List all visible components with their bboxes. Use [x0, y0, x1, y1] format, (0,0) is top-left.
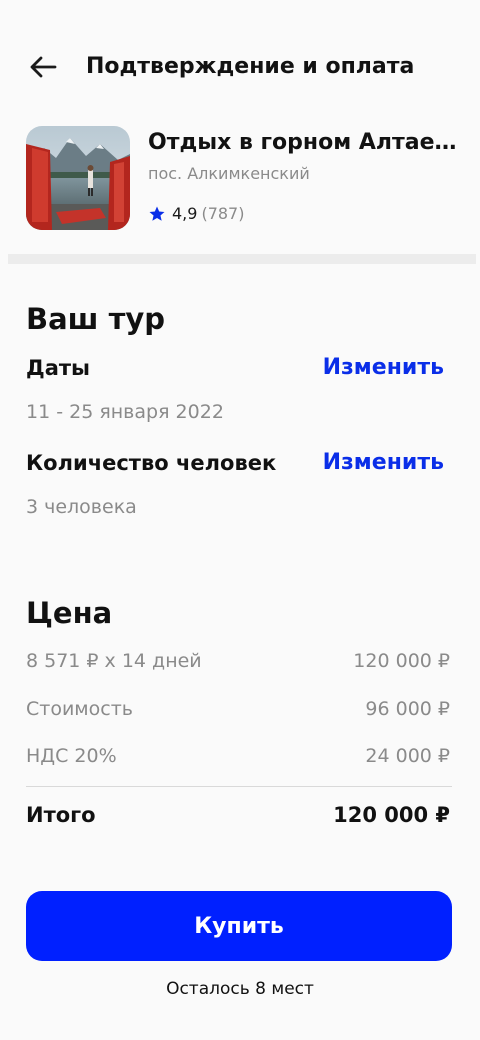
- price-row-value: 120 000 ₽: [353, 650, 450, 672]
- review-count: (787): [201, 204, 245, 223]
- change-people-button[interactable]: Изменить: [323, 450, 444, 475]
- price-divider: [26, 786, 452, 787]
- dates-label: Даты: [26, 356, 91, 380]
- tour-summary-card[interactable]: Отдых в горном Алтае… пос. Алкимкенский …: [0, 120, 480, 252]
- tour-title: Отдых в горном Алтае…: [148, 130, 457, 155]
- price-heading: Цена: [26, 596, 113, 630]
- total-label: Итого: [26, 803, 96, 827]
- page-title: Подтверждение и оплата: [86, 54, 415, 79]
- total-value: 120 000 ₽: [333, 803, 450, 827]
- buy-button[interactable]: Купить: [26, 891, 452, 961]
- seats-left-note: Осталось 8 мест: [166, 979, 314, 999]
- arrow-left-icon: [30, 56, 57, 78]
- rating: 4,9 (787): [148, 204, 244, 223]
- price-row-label: НДС 20%: [26, 745, 117, 767]
- rating-value: 4,9: [172, 204, 198, 223]
- price-row-label: Стоимость: [26, 698, 133, 720]
- your-tour-heading: Ваш тур: [26, 302, 166, 336]
- people-count-value: 3 человека: [26, 496, 137, 518]
- star-icon: [149, 206, 165, 221]
- back-button[interactable]: [26, 50, 60, 84]
- price-row-value: 24 000 ₽: [365, 745, 450, 767]
- people-count-label: Количество человек: [26, 451, 277, 475]
- top-bar: Подтверждение и оплата: [0, 0, 480, 120]
- tour-location: пос. Алкимкенский: [148, 164, 310, 183]
- price-row-label: 8 571 ₽ x 14 дней: [26, 650, 202, 672]
- section-divider: [8, 254, 476, 264]
- change-dates-button[interactable]: Изменить: [323, 355, 444, 380]
- price-row-value: 96 000 ₽: [365, 698, 450, 720]
- dates-value: 11 - 25 января 2022: [26, 401, 224, 423]
- tour-thumbnail: [26, 126, 130, 230]
